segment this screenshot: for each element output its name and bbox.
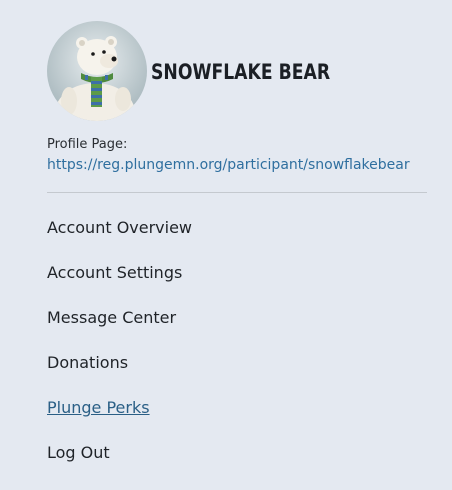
log-out-link[interactable]: Log Out	[47, 443, 110, 462]
account-menu: Account Overview Account Settings Messag…	[47, 215, 192, 485]
profile-page-label: Profile Page:	[47, 137, 128, 152]
avatar	[47, 21, 147, 121]
message-center-link[interactable]: Message Center	[47, 308, 176, 327]
account-settings-link[interactable]: Account Settings	[47, 263, 182, 282]
menu-item-log-out: Log Out	[47, 440, 192, 485]
divider	[47, 192, 427, 193]
menu-item-account-settings: Account Settings	[47, 260, 192, 305]
menu-item-donations: Donations	[47, 350, 192, 395]
profile-display-name: SNOWFLAKE BEAR	[151, 60, 331, 84]
account-overview-link[interactable]: Account Overview	[47, 218, 192, 237]
menu-item-message-center: Message Center	[47, 305, 192, 350]
profile-header: SNOWFLAKE BEAR	[47, 21, 369, 121]
donations-link[interactable]: Donations	[47, 353, 128, 372]
menu-item-plunge-perks: Plunge Perks	[47, 395, 192, 440]
menu-item-account-overview: Account Overview	[47, 215, 192, 260]
profile-page-link[interactable]: https://reg.plungemn.org/participant/sno…	[47, 157, 410, 173]
plunge-perks-link[interactable]: Plunge Perks	[47, 398, 150, 417]
